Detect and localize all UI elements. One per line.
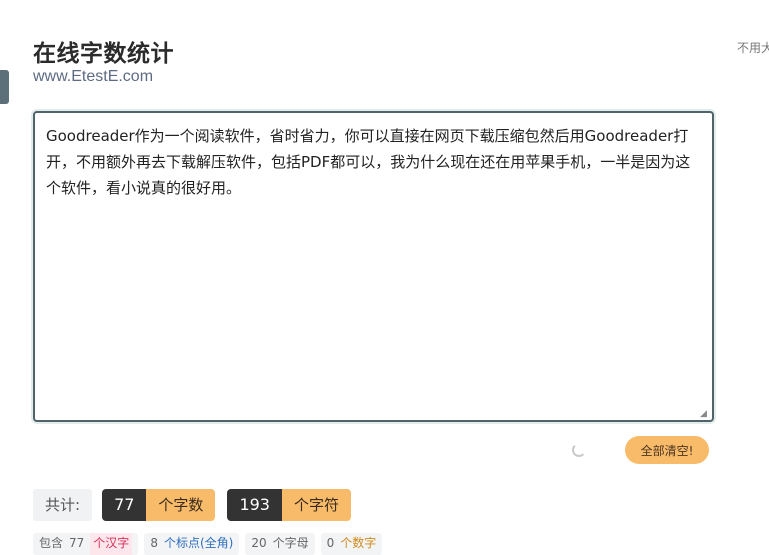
total-label: 共计: <box>33 489 93 521</box>
corner-note: 不用大 <box>737 41 769 55</box>
char-count-unit: 个字符 <box>281 489 351 521</box>
digit-chip: 0 个数字 <box>320 533 383 555</box>
chip-unit: 个汉字 <box>90 533 133 555</box>
clear-all-button[interactable]: 全部清空! <box>625 436 709 464</box>
chinese-char-chip: 包含 77 个汉字 <box>33 533 139 555</box>
word-count-value: 77 <box>102 489 147 521</box>
site-url: www.EtestE.com <box>33 68 154 85</box>
chip-number: 0 <box>326 536 335 550</box>
stats-summary: 共计: 77 个字数 193 个字符 <box>33 489 363 521</box>
loading-spinner-icon <box>572 443 586 457</box>
word-count-unit: 个字数 <box>146 489 216 521</box>
side-tab-handle[interactable] <box>0 70 9 104</box>
letter-chip: 20 个字母 <box>245 533 315 555</box>
resize-grip-icon[interactable]: ◢ <box>700 408 710 418</box>
chip-unit: 个标点(全角) <box>163 536 234 550</box>
chip-number: 77 <box>69 536 85 550</box>
word-count-badge: 77 个字数 <box>102 489 216 521</box>
chip-unit: 个字母 <box>272 536 309 550</box>
chip-unit: 个数字 <box>340 536 377 550</box>
chip-number: 8 <box>150 536 158 550</box>
text-input-container: ◢ <box>33 111 714 422</box>
chip-number: 20 <box>251 536 267 550</box>
page-title: 在线字数统计 <box>33 40 174 66</box>
char-count-badge: 193 个字符 <box>227 489 351 521</box>
text-input[interactable] <box>35 113 712 420</box>
punctuation-chip: 8 个标点(全角) <box>144 533 240 555</box>
stats-details: 包含 77 个汉字 8 个标点(全角) 20 个字母 0 个数字 <box>33 533 383 555</box>
char-count-value: 193 <box>227 489 282 521</box>
chip-prefix: 包含 <box>39 536 64 550</box>
